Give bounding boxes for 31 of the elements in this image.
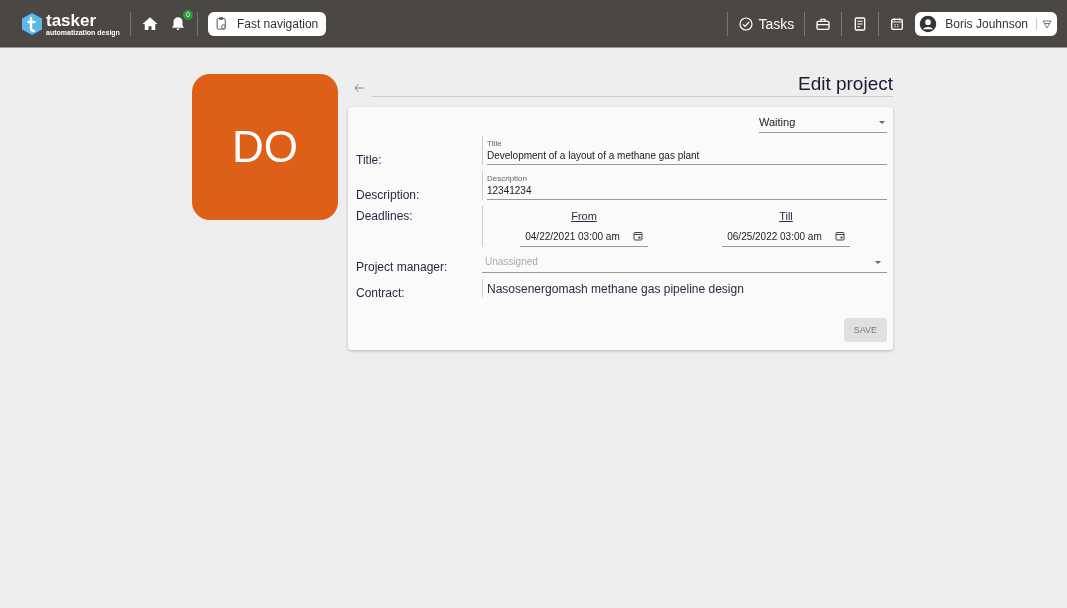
date-field[interactable]: 06/25/2022 03:00 am [722, 230, 850, 247]
field-label: Deadlines: [356, 208, 414, 225]
field-placeholder: Title [487, 139, 503, 148]
date-caption: Till [779, 210, 793, 222]
project-initials-tile: DO [192, 74, 338, 220]
text-field[interactable]: Description 12341234 [487, 171, 887, 200]
page-title: Edit project [372, 73, 893, 97]
clipboard-icon [213, 16, 229, 31]
logo-name: tasker [46, 11, 98, 29]
logo-icon [20, 11, 44, 36]
calendar-icon[interactable] [833, 230, 846, 242]
field-label: Description: [356, 187, 421, 203]
field-label: Contract: [356, 285, 406, 300]
user-name: Boris Jouhnson [945, 16, 1028, 31]
dropdown-icon[interactable] [1036, 17, 1053, 30]
status-select[interactable]: Waiting [759, 113, 887, 133]
date-caption: From [571, 210, 597, 222]
field-label: Project manager: [356, 259, 449, 276]
field-placeholder: Description [487, 174, 528, 183]
fast-navigation-button[interactable]: Fast navigation [207, 11, 327, 36]
field-label: Title: [356, 152, 383, 168]
back-arrow-icon[interactable] [352, 81, 366, 95]
user-menu[interactable]: Boris Jouhnson [915, 11, 1057, 36]
check-circle-icon [738, 15, 755, 32]
calendar-icon[interactable] [631, 230, 644, 242]
calendar-icon[interactable] [889, 15, 906, 32]
date-field[interactable]: 04/22/2021 03:00 am [520, 230, 648, 247]
contract-name: Nasosenergomash methane gas pipeline design [486, 281, 745, 296]
tasks-button[interactable]: Tasks [738, 15, 795, 32]
text-field[interactable]: Title Development of a layout of a methane gas plant [487, 136, 887, 165]
avatar-icon [919, 14, 938, 33]
